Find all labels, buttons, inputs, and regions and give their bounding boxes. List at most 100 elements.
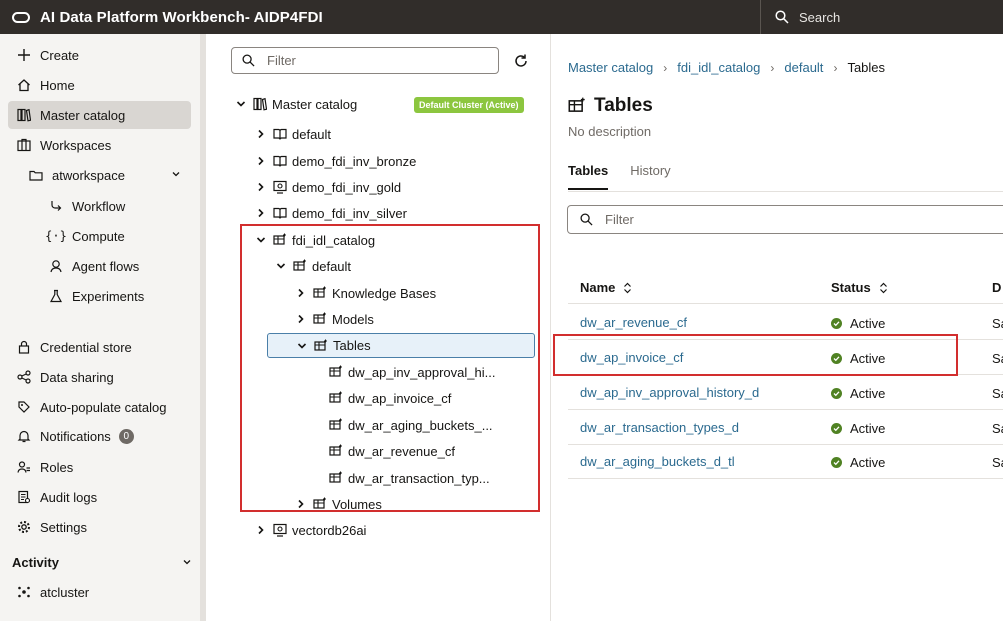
table-name-link[interactable]: dw_ar_aging_buckets_d_tl (580, 454, 735, 469)
tree-node-tables[interactable]: Tables (267, 333, 535, 358)
chevron-right-icon[interactable] (254, 206, 268, 220)
compute-icon: {·} (45, 229, 67, 243)
nav-notifications[interactable]: Notifications 0 (8, 422, 191, 450)
breadcrumb-link[interactable]: default (784, 60, 823, 75)
tree-node-fdi-idl-catalog[interactable]: fdi_idl_catalog (254, 228, 375, 252)
nav-create[interactable]: Create (8, 41, 191, 69)
status-text: Active (850, 421, 886, 436)
nav-label: Notifications (40, 428, 111, 444)
nav-experiments[interactable]: Experiments (8, 282, 191, 310)
tree-node-table[interactable]: dw_ar_revenue_cf (328, 439, 455, 463)
nav-master-catalog[interactable]: Master catalog (8, 101, 191, 129)
external-catalog-icon (272, 179, 288, 195)
nav-data-sharing[interactable]: Data sharing (8, 363, 191, 391)
nav-atworkspace[interactable]: atworkspace (8, 161, 191, 189)
chevron-right-icon[interactable] (254, 180, 268, 194)
chevron-down-icon[interactable] (295, 339, 309, 353)
sort-icon[interactable] (879, 282, 888, 294)
tab-history[interactable]: History (630, 163, 670, 190)
chevron-right-icon[interactable] (254, 523, 268, 537)
table-name-link[interactable]: dw_ap_inv_approval_history_d (580, 385, 759, 400)
page-description: No description (568, 124, 652, 139)
column-header-truncated[interactable]: D (992, 280, 1001, 295)
tree-node-demo-fdi-inv-silver[interactable]: demo_fdi_inv_silver (254, 201, 407, 225)
breadcrumb-link[interactable]: Master catalog (568, 60, 653, 75)
nav-compute[interactable]: {·} Compute (8, 222, 191, 250)
tree-node-table[interactable]: dw_ap_inv_approval_hi... (328, 360, 495, 384)
tree-node-table[interactable]: dw_ap_invoice_cf (328, 386, 451, 410)
column-header-status[interactable]: Status (831, 280, 888, 295)
tab-bar: Tables History (568, 163, 693, 190)
tree-node-master-catalog[interactable]: Master catalog (234, 92, 357, 116)
nav-credential-store[interactable]: Credential store (8, 333, 191, 361)
chevron-down-icon[interactable] (254, 233, 268, 247)
chevron-right-icon: › (833, 60, 838, 75)
global-search[interactable]: Search (760, 0, 1003, 34)
tree-node-demo-fdi-inv-gold[interactable]: demo_fdi_inv_gold (254, 175, 401, 199)
table-filter-input[interactable]: Filter (567, 205, 1003, 234)
status-cell: Active (831, 386, 885, 401)
tree-node-demo-fdi-inv-bronze[interactable]: demo_fdi_inv_bronze (254, 149, 416, 173)
column-header-name[interactable]: Name (580, 280, 632, 295)
search-icon (242, 54, 255, 67)
tree-node-label: Volumes (332, 496, 382, 512)
chevron-right-icon[interactable] (294, 312, 308, 326)
tree-node-label: dw_ar_aging_buckets_... (348, 417, 493, 433)
table-row[interactable]: dw_ap_invoice_cf Active Sa (568, 341, 1003, 375)
tree-node-table[interactable]: dw_ar_aging_buckets_... (328, 413, 493, 437)
status-cell: Active (831, 316, 885, 331)
tree-node-table[interactable]: dw_ar_transaction_typ... (328, 466, 490, 490)
chevron-down-icon[interactable] (182, 557, 192, 567)
chevron-down-icon[interactable] (274, 259, 288, 273)
nav-agent-flows[interactable]: Agent flows (8, 252, 191, 280)
ai-table-icon (568, 97, 585, 112)
ai-table-icon (312, 496, 328, 512)
activity-section-header[interactable]: Activity (12, 555, 192, 570)
tree-node-default[interactable]: default (254, 122, 331, 146)
table-row[interactable]: dw_ar_aging_buckets_d_tl Active Sa (568, 445, 1003, 479)
sort-icon[interactable] (623, 282, 632, 294)
breadcrumb-link[interactable]: fdi_idl_catalog (677, 60, 760, 75)
chevron-right-icon: › (663, 60, 668, 75)
tree-node-volumes[interactable]: Volumes (294, 492, 382, 516)
tab-tables[interactable]: Tables (568, 163, 609, 190)
tree-node-label: demo_fdi_inv_silver (292, 205, 407, 221)
table-row[interactable]: dw_ap_inv_approval_history_d Active Sa (568, 376, 1003, 410)
check-circle-icon (831, 318, 842, 329)
chevron-down-icon[interactable] (171, 169, 181, 179)
chevron-right-icon[interactable] (294, 286, 308, 300)
table-row[interactable]: dw_ar_transaction_types_d Active Sa (568, 411, 1003, 445)
nav-audit-logs[interactable]: Audit logs (8, 483, 191, 511)
nav-atcluster[interactable]: atcluster (8, 578, 191, 606)
default-cluster-badge: Default Cluster (Active) (414, 97, 524, 113)
nav-workspaces[interactable]: Workspaces (8, 131, 191, 159)
nav-home[interactable]: Home (8, 71, 191, 99)
nav-roles[interactable]: Roles (8, 453, 191, 481)
nav-label: Credential store (40, 339, 132, 355)
tree-node-default-schema[interactable]: default (274, 254, 351, 278)
table-name-link[interactable]: dw_ar_transaction_types_d (580, 420, 739, 435)
nav-auto-populate-catalog[interactable]: Auto-populate catalog (8, 393, 191, 421)
nav-workflow[interactable]: Workflow (8, 192, 191, 220)
chevron-right-icon[interactable] (254, 154, 268, 168)
ai-table-icon (292, 258, 308, 274)
tree-filter-input[interactable]: Filter (231, 47, 499, 74)
table-name-link[interactable]: dw_ap_invoice_cf (580, 350, 683, 365)
breadcrumb-current: Tables (847, 60, 886, 75)
status-text: Active (850, 351, 886, 366)
chevron-right-icon[interactable] (294, 497, 308, 511)
table-row[interactable]: dw_ar_revenue_cf Active Sa (568, 306, 1003, 340)
nav-settings[interactable]: Settings (8, 513, 191, 541)
tree-node-knowledge-bases[interactable]: Knowledge Bases (294, 281, 436, 305)
ai-table-icon (328, 364, 344, 380)
tree-node-label: default (312, 258, 352, 274)
activity-header-label: Activity (12, 555, 59, 570)
refresh-icon[interactable] (513, 53, 529, 69)
page-title-text: Tables (594, 95, 653, 116)
chevron-down-icon[interactable] (234, 97, 248, 111)
tree-node-models[interactable]: Models (294, 307, 374, 331)
book-icon (272, 153, 288, 169)
tree-node-vectordb26ai[interactable]: vectordb26ai (254, 518, 366, 542)
table-name-link[interactable]: dw_ar_revenue_cf (580, 315, 687, 330)
chevron-right-icon[interactable] (254, 127, 268, 141)
